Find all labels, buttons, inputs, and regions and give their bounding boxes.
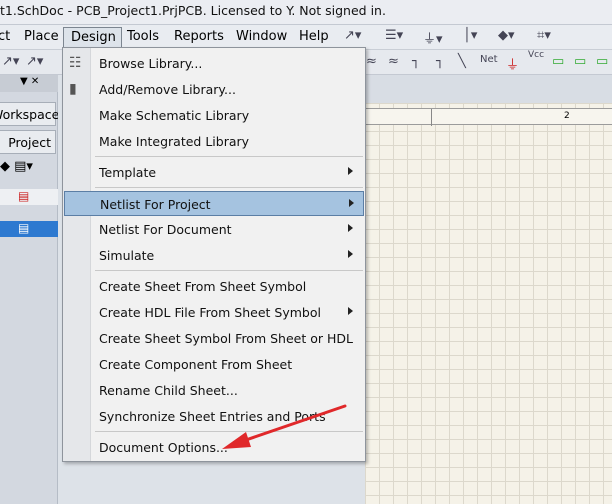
annotation-arrow (222, 404, 347, 449)
